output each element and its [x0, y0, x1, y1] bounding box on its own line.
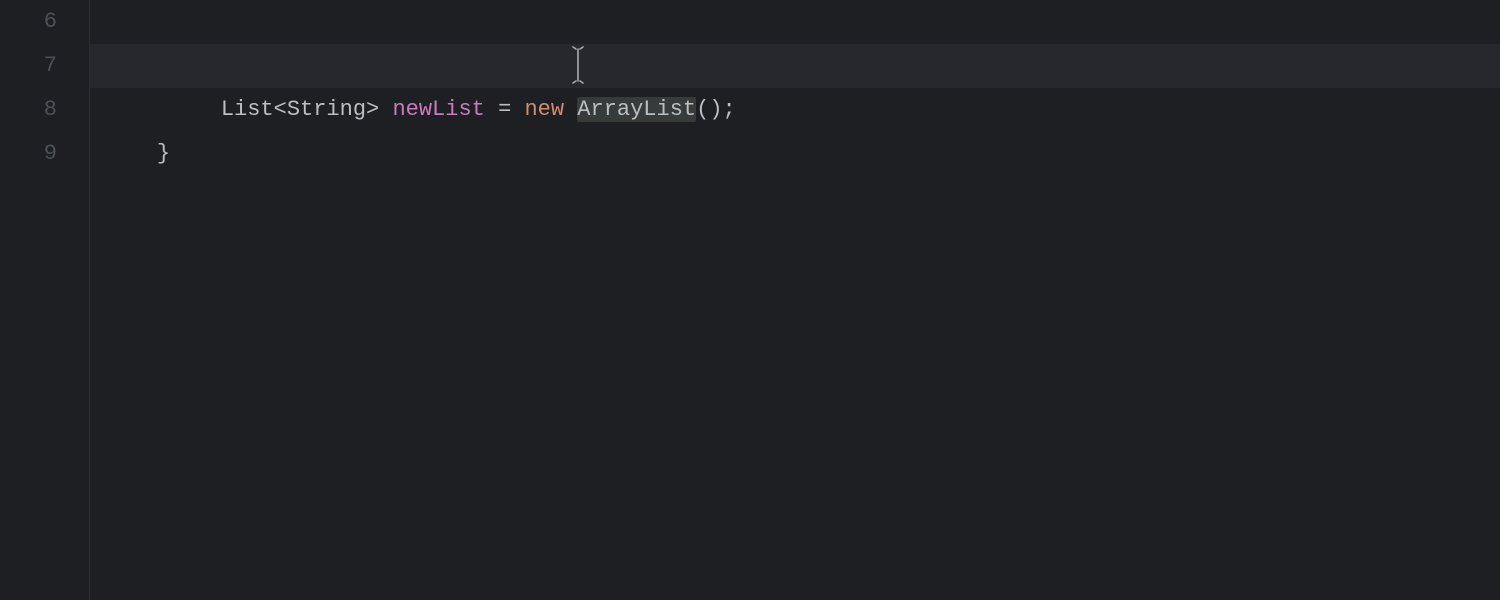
text-cursor-icon	[577, 51, 578, 81]
code-line-6[interactable]	[90, 0, 1500, 44]
code-line-9[interactable]	[90, 132, 1500, 176]
code-editor[interactable]: List<String> newList = new ArrayList(); …	[90, 0, 1500, 600]
line-number: 6	[0, 0, 89, 44]
code-line-7[interactable]: List<String> newList = new ArrayList();	[90, 44, 1500, 88]
line-number: 8	[0, 88, 89, 132]
line-number: 9	[0, 132, 89, 176]
line-number: 7	[0, 44, 89, 88]
code-line-8[interactable]: }	[90, 88, 1500, 132]
line-number-gutter: 6 7 8 9	[0, 0, 90, 600]
